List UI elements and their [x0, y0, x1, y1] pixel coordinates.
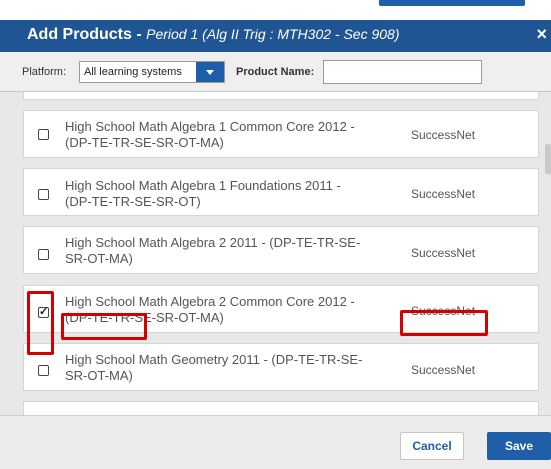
save-button[interactable]: Save	[487, 432, 551, 460]
list-item-partial	[23, 92, 539, 100]
product-checkbox[interactable]	[38, 365, 49, 376]
platform-select-value: All learning systems	[84, 66, 182, 78]
product-checkbox[interactable]	[38, 129, 49, 140]
cancel-button[interactable]: Cancel	[400, 432, 464, 460]
product-checkbox-checked[interactable]	[38, 305, 49, 318]
dialog-subtitle: Period 1 (Alg II Trig : MTH302 - Sec 908…	[146, 26, 400, 42]
product-platform: SuccessNet	[411, 187, 476, 201]
product-row[interactable]: High School Math Algebra 1 Common Core 2…	[23, 110, 539, 158]
product-name: High School Math Geometry 2011 - (DP-TE-…	[65, 352, 363, 383]
product-checkbox[interactable]	[38, 249, 49, 260]
product-platform: SuccessNet	[411, 304, 476, 318]
dialog-title-text: Add Products	[27, 26, 132, 43]
product-name-input[interactable]	[323, 60, 482, 84]
dialog-title-separator: -	[131, 26, 147, 43]
product-list: High School Math Algebra 1 Common Core 2…	[23, 92, 539, 415]
dialog-footer: Cancel Save	[0, 415, 551, 469]
background-button	[379, 0, 525, 6]
close-icon[interactable]: ×	[536, 24, 547, 45]
add-products-dialog: Add Products - Period 1 (Alg II Trig : M…	[0, 20, 551, 469]
dialog-header: Add Products - Period 1 (Alg II Trig : M…	[0, 20, 551, 52]
product-platform: SuccessNet	[411, 128, 476, 142]
product-name: High School Math Algebra 2 2011 - (DP-TE…	[65, 235, 361, 266]
product-name: High School Math Algebra 2 Common Core 2…	[65, 294, 355, 325]
product-row[interactable]: High School Math Algebra 1 Foundations 2…	[23, 168, 539, 216]
platform-select[interactable]: All learning systems	[79, 61, 225, 83]
product-row[interactable]: High School Math Geometry 2011 - (DP-TE-…	[23, 343, 539, 391]
product-checkbox[interactable]	[38, 189, 49, 200]
product-name-label: Product Name:	[236, 66, 315, 78]
dialog-title: Add Products - Period 1 (Alg II Trig : M…	[27, 26, 400, 44]
product-row-selected[interactable]: High School Math Algebra 2 Common Core 2…	[23, 285, 539, 333]
platform-label: Platform:	[22, 66, 67, 78]
background-page	[0, 0, 551, 20]
list-item-partial	[23, 401, 539, 415]
chevron-down-icon[interactable]	[196, 62, 224, 82]
product-name: High School Math Algebra 1 Foundations 2…	[65, 178, 341, 209]
product-platform: SuccessNet	[411, 246, 476, 260]
product-platform: SuccessNet	[411, 363, 476, 377]
product-row[interactable]: High School Math Algebra 2 2011 - (DP-TE…	[23, 226, 539, 274]
list-scrollbar[interactable]	[545, 144, 551, 174]
product-name: High School Math Algebra 1 Common Core 2…	[65, 119, 355, 150]
filter-bar: Platform: All learning systems Product N…	[0, 52, 551, 92]
